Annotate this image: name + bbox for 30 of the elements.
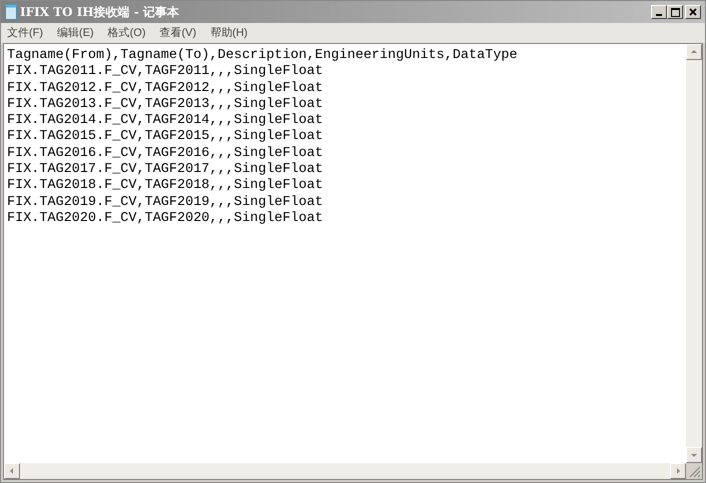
scroll-up-button[interactable] <box>686 44 702 60</box>
close-icon <box>689 8 697 16</box>
text-line: FIX.TAG2015.F_CV,TAGF2015,,,SingleFloat <box>7 129 323 146</box>
text-line: FIX.TAG2018.F_CV,TAGF2018,,,SingleFloat <box>7 178 323 195</box>
text-line: FIX.TAG2014.F_CV,TAGF2014,,,SingleFloat <box>7 113 323 129</box>
resize-grip-icon[interactable] <box>686 463 702 479</box>
text-line: FIX.TAG2012.F_CV,TAGF2012,,,SingleFloat <box>7 80 323 97</box>
horizontal-scrollbar[interactable] <box>4 463 686 479</box>
menu-item[interactable]: 帮助(H) <box>206 24 252 42</box>
maximize-button[interactable] <box>667 5 683 19</box>
text-line: FIX.TAG2011.F_CV,TAGF2011,,,SingleFloat <box>7 64 323 81</box>
vertical-scrollbar[interactable] <box>686 44 702 463</box>
window-title: IFIX TO IH接收端 - 记事本 <box>20 4 180 21</box>
scroll-left-button[interactable] <box>4 463 20 479</box>
close-button[interactable] <box>685 5 701 19</box>
maximize-icon <box>670 8 680 16</box>
minimize-button[interactable] <box>651 5 667 19</box>
menu-item[interactable]: 格式(O) <box>104 24 150 42</box>
notepad-icon <box>5 4 17 20</box>
text-line: FIX.TAG2020.F_CV,TAGF2020,,,SingleFloat <box>7 210 323 228</box>
scroll-down-button[interactable] <box>686 447 702 463</box>
menu-item[interactable]: 编辑(E) <box>53 24 98 42</box>
scroll-right-button[interactable] <box>670 463 686 479</box>
text-line: Tagname(From),Tagname(To),Description,EngineeringUnits,DataType <box>7 48 518 64</box>
text-line: FIX.TAG2013.F_CV,TAGF2013,,,SingleFloat <box>7 96 323 113</box>
text-line: FIX.TAG2019.F_CV,TAGF2019,,,SingleFloat <box>7 194 323 211</box>
text-line: FIX.TAG2016.F_CV,TAGF2016,,,SingleFloat <box>7 146 323 162</box>
text-line: FIX.TAG2017.F_CV,TAGF2017,,,SingleFloat <box>7 162 323 178</box>
menu-item[interactable]: 文件(F) <box>3 24 48 42</box>
menu-item[interactable]: 查看(V) <box>156 24 200 42</box>
